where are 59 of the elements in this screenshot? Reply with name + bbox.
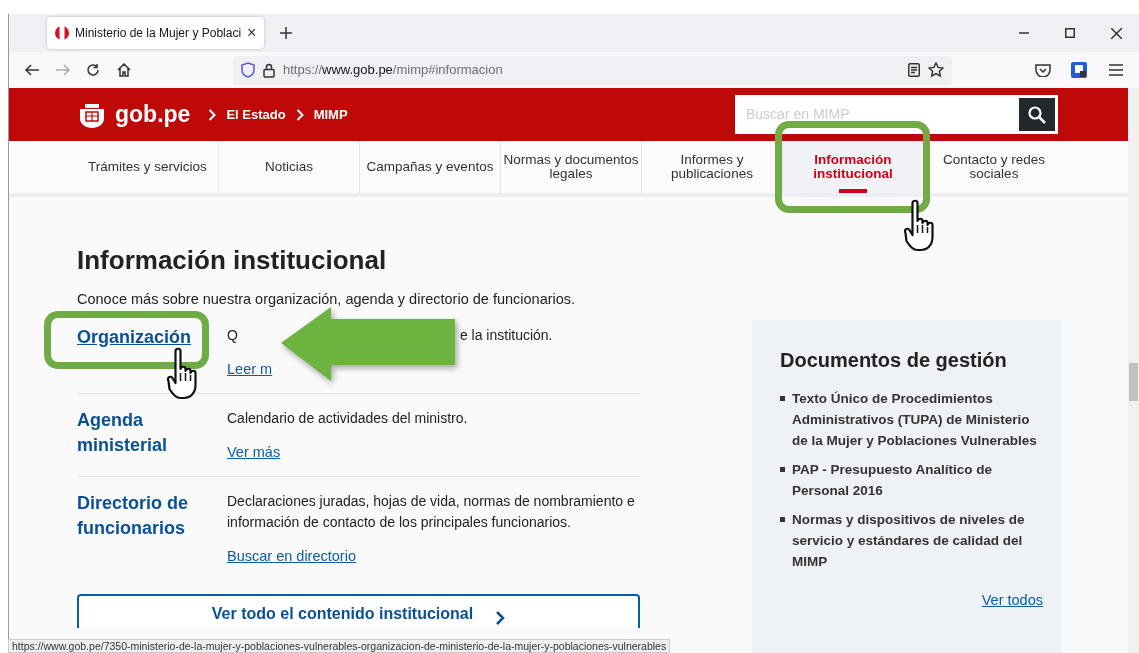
description-text: Calendario de actividades del ministro. [227,408,468,428]
url-text: https://www.gob.pe/mimp#informacion [283,61,503,80]
bullet-icon [780,467,785,472]
status-bar-url: https://www.gob.pe/7350-ministerio-de-la-mujer-y-poblaciones-vulnerables-organizacion-de-ministerio-de-la-mujer-y-poblaciones-vulnerables [8,639,671,653]
description-text: Declaraciones juradas, hojas de vida, normas de nombramiento e información de contacto de los principales funcionarios. [227,491,636,532]
chevron-icon [295,108,304,121]
description-text: Q [227,325,238,345]
panel-heading: Documentos de gestión [780,348,1008,372]
document-link[interactable]: Texto Único de Procedimientos Administrativos (TUPA) de Ministerio de la Mujer y Poblaciones Vulnerables [792,388,1043,451]
shield-icon [241,62,255,78]
star-icon[interactable] [927,62,944,78]
intro-text: Conoce más sobre nuestra organización, agenda y directorio de funcionarios. [77,290,577,310]
extension-icon[interactable] [1071,62,1088,78]
view-all-link[interactable]: Ver todos [780,590,1043,612]
tab-title: Ministerio de la Mujer y Poblaci [75,25,242,42]
address-bar[interactable]: https://www.gob.pe/mimp#informacion [233,55,952,85]
item-title-link[interactable]: Agenda ministerial [77,407,227,464]
pointer-hand-icon [904,199,935,252]
section-heading: Información institucional [77,245,388,277]
tab-close-button[interactable]: × [247,25,257,41]
new-tab-icon[interactable] [280,27,293,39]
nav-tab[interactable]: Campañas y eventos [359,141,500,193]
pointer-hand-icon [167,346,198,400]
scrollbar-thumb[interactable] [1129,363,1138,401]
browser-tab[interactable]: Ministerio de la Mujer y Poblaci × [47,17,265,49]
breadcrumb-link[interactable]: El Estado [226,104,286,125]
read-more-link[interactable]: Leer m [227,358,273,381]
chevron-icon [208,108,217,121]
close-icon[interactable] [1110,27,1122,39]
reload-icon[interactable] [86,63,101,77]
lock-icon [263,62,275,78]
bullet-icon [780,396,785,401]
bullet-icon [780,517,785,522]
chevron-icon [495,609,506,626]
nav-tab[interactable]: Información institucional [782,141,923,193]
read-more-link[interactable]: Buscar en directorio [227,545,356,568]
search-icon [1028,105,1046,124]
maximize-icon[interactable] [1065,27,1075,38]
view-all-button[interactable]: Ver todo el contenido institucional [77,593,640,628]
nav-tab[interactable]: Noticias [218,141,359,193]
description-text: e la institución. [459,325,553,345]
menu-icon[interactable] [1108,64,1123,76]
search-button[interactable] [1019,98,1055,131]
home-icon[interactable] [116,63,131,77]
pocket-icon[interactable] [1034,63,1051,77]
item-title-link[interactable]: Organización [77,324,227,381]
document-link[interactable]: Normas y dispositivos de niveles de servicio y estándares de calidad del MIMP [792,509,1043,572]
nav-tab[interactable]: Trámites y servicios [77,141,218,193]
nav-tab[interactable]: Normas y documentos legales [500,141,641,193]
flag-icon [55,26,69,40]
active-indicator [839,189,867,193]
site-logo-text[interactable]: gob.pe [115,97,191,132]
item-title-link[interactable]: Directorio de funcionarios [77,490,227,568]
reader-view-icon[interactable] [907,63,920,77]
back-icon[interactable] [25,64,40,76]
nav-tab[interactable]: Contacto y redes sociales [923,141,1064,193]
read-more-link[interactable]: Ver más [227,441,281,464]
document-link[interactable]: PAP - Presupuesto Analítico de Personal 2016 [792,459,1043,501]
breadcrumb-link[interactable]: MIMP [313,104,348,125]
